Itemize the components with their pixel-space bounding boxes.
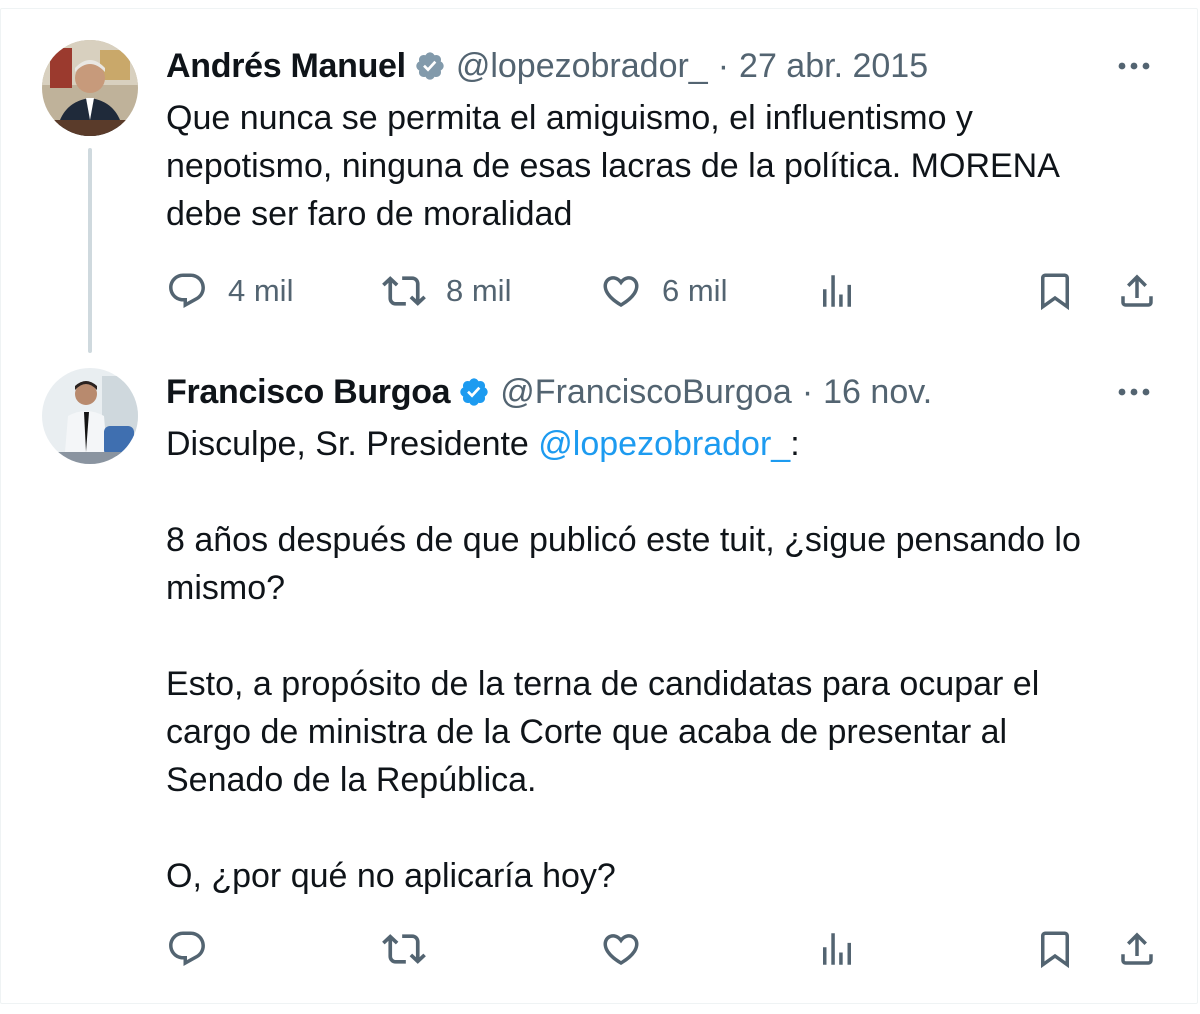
more-icon[interactable]	[1112, 44, 1156, 88]
tweet-text-line: Que nunca se permita el amiguismo, el in…	[166, 99, 973, 137]
verified-badge-icon[interactable]	[458, 376, 490, 408]
separator-dot: ·	[717, 46, 730, 85]
author-handle[interactable]: @lopezobrador_	[456, 47, 708, 86]
tweet-text-line: O, ¿por qué no aplicaría hoy?	[166, 857, 616, 895]
tweet-actions	[0, 924, 1200, 974]
tweet-text-line: mismo?	[166, 569, 286, 607]
retweet-button[interactable]	[382, 924, 426, 974]
author-handle[interactable]: @FranciscoBurgoa	[500, 373, 792, 412]
share-button[interactable]	[1116, 924, 1158, 974]
thread-connector-line	[88, 148, 92, 353]
tweet-date[interactable]: 16 nov.	[823, 373, 932, 412]
author-name[interactable]: Andrés Manuel	[166, 47, 406, 86]
tweet-text-line: debe ser faro de moralidad	[166, 195, 573, 233]
tweet-text-line: nepotismo, ninguna de esas lacras de la …	[166, 147, 1060, 185]
tweet-actions: 4 mil 8 mil 6 mil	[0, 266, 1200, 316]
tweet-date[interactable]: 27 abr. 2015	[739, 47, 928, 86]
tweet-text-line: cargo de ministra de la Corte que acaba …	[166, 713, 1008, 751]
reply-button[interactable]	[166, 924, 208, 974]
retweet-icon	[382, 276, 426, 306]
views-button[interactable]	[816, 924, 858, 974]
reply-icon	[169, 273, 205, 308]
author-name[interactable]: Francisco Burgoa	[166, 373, 451, 412]
like-count: 6 mil	[662, 273, 728, 308]
reply-count: 4 mil	[228, 273, 294, 308]
like-button[interactable]	[600, 924, 642, 974]
bookmark-button[interactable]	[1034, 924, 1076, 974]
views-icon	[823, 275, 851, 307]
retweet-icon	[382, 934, 426, 964]
tweet-text-line: Senado de la República.	[166, 761, 537, 799]
retweet-button[interactable]: 8 mil	[382, 266, 511, 316]
reply-icon	[169, 931, 205, 966]
like-button[interactable]: 6 mil	[600, 266, 727, 316]
tweet-text: Disculpe, Sr. Presidente @lopezobrador_:…	[166, 420, 1156, 900]
avatar-francisco-burgoa[interactable]	[42, 368, 138, 464]
intro-end: :	[790, 425, 800, 463]
bookmark-icon	[1041, 931, 1069, 969]
tweet-text-line: Disculpe, Sr. Presidente @lopezobrador_:	[166, 420, 1156, 468]
separator-dot: ·	[801, 372, 814, 411]
tweet-lopezobrador[interactable]: Andrés Manuel @lopezobrador_ · 27 abr. 2…	[0, 0, 1200, 360]
share-icon	[1121, 932, 1153, 965]
like-icon	[603, 276, 639, 308]
tweet-header: Francisco Burgoa @FranciscoBurgoa · 16 n…	[166, 370, 932, 414]
share-button[interactable]	[1116, 266, 1158, 316]
tweet-text: Que nunca se permita el amiguismo, el in…	[166, 94, 1156, 238]
avatar-andres-manuel[interactable]	[42, 40, 138, 136]
verified-badge-icon[interactable]	[414, 50, 446, 82]
like-icon	[603, 934, 639, 966]
tweet-franciscoburgoa[interactable]: Francisco Burgoa @FranciscoBurgoa · 16 n…	[0, 360, 1200, 1000]
more-icon[interactable]	[1112, 370, 1156, 414]
bookmark-button[interactable]	[1034, 266, 1076, 316]
tweet-text-line: 8 años después de que publicó este tuit,…	[166, 521, 1081, 559]
views-icon	[823, 933, 851, 965]
views-button[interactable]	[816, 266, 858, 316]
bookmark-icon	[1041, 273, 1069, 311]
retweet-count: 8 mil	[446, 273, 512, 308]
tweet-text-line: Esto, a propósito de la terna de candida…	[166, 665, 1040, 703]
share-icon	[1121, 274, 1153, 307]
mention-link[interactable]: @lopezobrador_	[538, 425, 790, 463]
intro-text: Disculpe, Sr. Presidente	[166, 425, 539, 463]
tweet-header: Andrés Manuel @lopezobrador_ · 27 abr. 2…	[166, 44, 928, 88]
reply-button[interactable]: 4 mil	[166, 266, 293, 316]
